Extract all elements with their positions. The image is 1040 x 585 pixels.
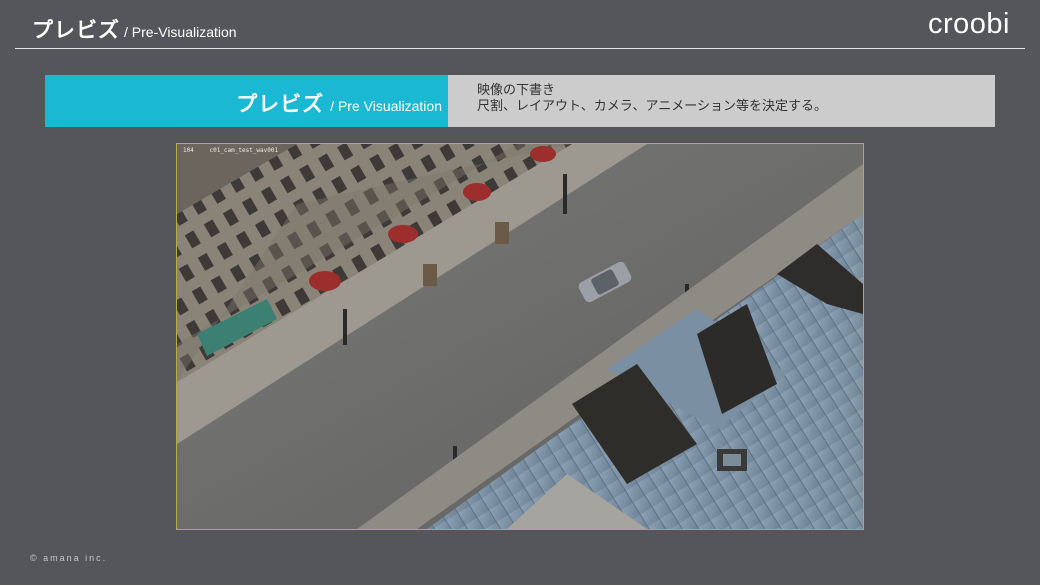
page-title-jp: プレビズ bbox=[32, 18, 120, 42]
croobi-logo: croobi bbox=[928, 8, 1010, 40]
page-title: プレビズ / Pre-Visualization bbox=[32, 14, 237, 44]
frame-number-label: 104 bbox=[183, 147, 194, 154]
previz-viewport-image: 104 c01_cam_test_wav001 bbox=[176, 143, 864, 530]
header: プレビズ / Pre-Visualization croobi bbox=[0, 0, 1040, 50]
shot-name-label: c01_cam_test_wav001 bbox=[209, 147, 279, 154]
banner-title-en: / Pre Visualization bbox=[330, 98, 442, 114]
banner-description-line1: 映像の下書き bbox=[477, 83, 556, 98]
banner-description-line2: 尺割、レイアウト、カメラ、アニメーション等を決定する。 bbox=[477, 99, 827, 114]
section-banner: プレビズ / Pre Visualization 映像の下書き 尺割、レイアウト… bbox=[45, 75, 995, 127]
header-divider bbox=[15, 48, 1025, 49]
page-title-en: / Pre-Visualization bbox=[124, 24, 237, 40]
banner-title-jp: プレビズ bbox=[236, 92, 325, 116]
viewport-overlay-label: 104 c01_cam_test_wav001 bbox=[183, 147, 290, 154]
banner-description: 映像の下書き 尺割、レイアウト、カメラ、アニメーション等を決定する。 bbox=[448, 75, 995, 127]
copyright-text: © amana inc. bbox=[30, 553, 108, 563]
street-scene-render bbox=[177, 144, 863, 529]
banner-title: プレビズ / Pre Visualization bbox=[45, 75, 448, 127]
